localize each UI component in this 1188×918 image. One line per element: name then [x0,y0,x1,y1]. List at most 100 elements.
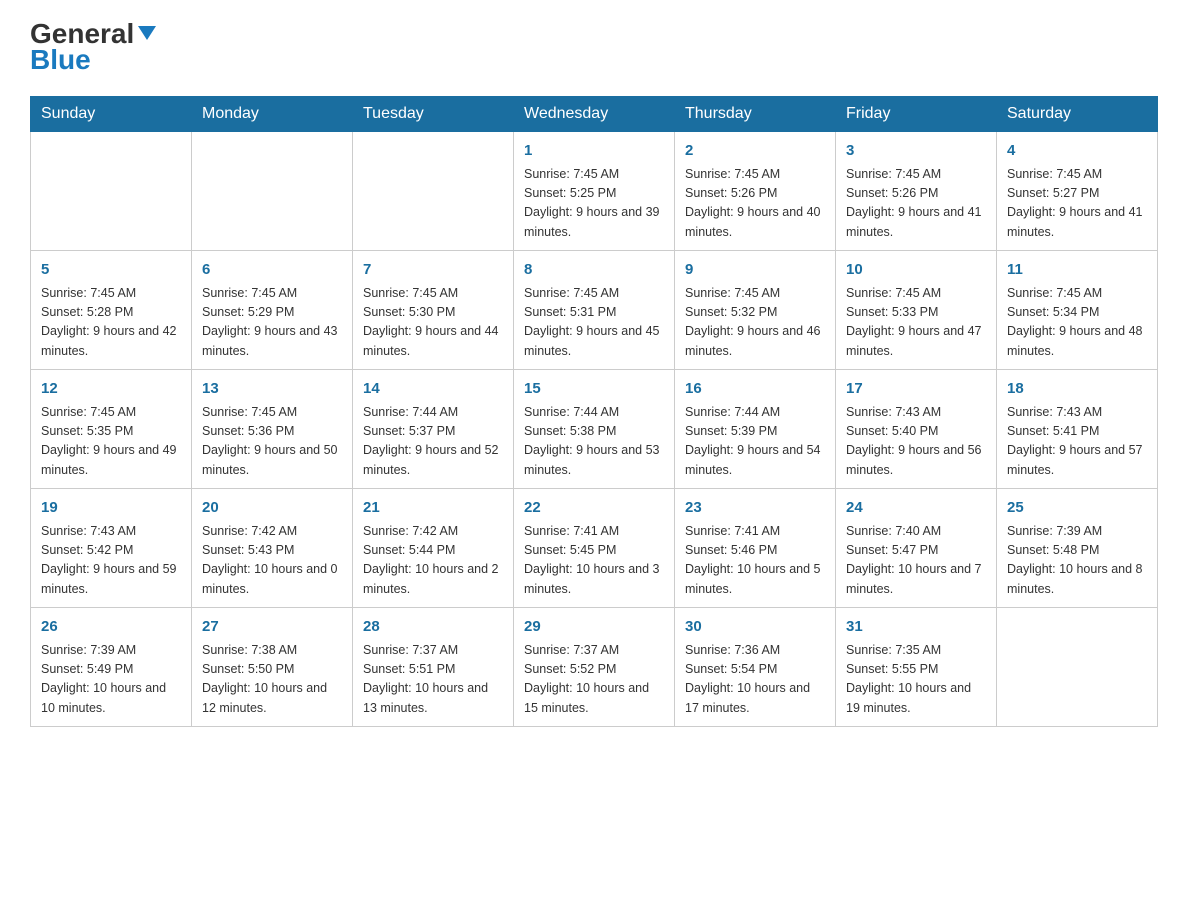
day-number: 29 [524,616,664,639]
day-number: 18 [1007,378,1147,401]
day-number: 5 [41,259,181,282]
day-info: Sunrise: 7:44 AM Sunset: 5:37 PM Dayligh… [363,403,503,481]
day-number: 25 [1007,497,1147,520]
calendar-day-cell: 13Sunrise: 7:45 AM Sunset: 5:36 PM Dayli… [192,370,353,489]
logo: General Blue [30,20,158,76]
calendar-day-cell: 28Sunrise: 7:37 AM Sunset: 5:51 PM Dayli… [353,608,514,727]
day-info: Sunrise: 7:43 AM Sunset: 5:41 PM Dayligh… [1007,403,1147,481]
day-number: 9 [685,259,825,282]
day-of-week-header: Sunday [31,97,192,132]
day-info: Sunrise: 7:45 AM Sunset: 5:32 PM Dayligh… [685,284,825,362]
day-info: Sunrise: 7:43 AM Sunset: 5:42 PM Dayligh… [41,522,181,600]
day-number: 27 [202,616,342,639]
day-number: 15 [524,378,664,401]
day-info: Sunrise: 7:45 AM Sunset: 5:26 PM Dayligh… [846,165,986,243]
day-number: 14 [363,378,503,401]
calendar-day-cell: 5Sunrise: 7:45 AM Sunset: 5:28 PM Daylig… [31,251,192,370]
day-info: Sunrise: 7:45 AM Sunset: 5:35 PM Dayligh… [41,403,181,481]
calendar-day-cell [192,132,353,251]
day-info: Sunrise: 7:43 AM Sunset: 5:40 PM Dayligh… [846,403,986,481]
day-number: 19 [41,497,181,520]
day-info: Sunrise: 7:40 AM Sunset: 5:47 PM Dayligh… [846,522,986,600]
day-info: Sunrise: 7:35 AM Sunset: 5:55 PM Dayligh… [846,641,986,719]
day-number: 12 [41,378,181,401]
day-number: 23 [685,497,825,520]
day-number: 22 [524,497,664,520]
page-header: General Blue [30,20,1158,76]
day-number: 30 [685,616,825,639]
calendar-day-cell: 19Sunrise: 7:43 AM Sunset: 5:42 PM Dayli… [31,489,192,608]
day-info: Sunrise: 7:45 AM Sunset: 5:28 PM Dayligh… [41,284,181,362]
calendar-day-cell: 12Sunrise: 7:45 AM Sunset: 5:35 PM Dayli… [31,370,192,489]
calendar-day-cell: 30Sunrise: 7:36 AM Sunset: 5:54 PM Dayli… [675,608,836,727]
calendar-day-cell: 6Sunrise: 7:45 AM Sunset: 5:29 PM Daylig… [192,251,353,370]
day-number: 13 [202,378,342,401]
day-info: Sunrise: 7:39 AM Sunset: 5:49 PM Dayligh… [41,641,181,719]
day-number: 6 [202,259,342,282]
day-of-week-header: Thursday [675,97,836,132]
calendar-day-cell: 22Sunrise: 7:41 AM Sunset: 5:45 PM Dayli… [514,489,675,608]
calendar-day-cell: 17Sunrise: 7:43 AM Sunset: 5:40 PM Dayli… [836,370,997,489]
calendar-week-row: 19Sunrise: 7:43 AM Sunset: 5:42 PM Dayli… [31,489,1158,608]
calendar-day-cell: 31Sunrise: 7:35 AM Sunset: 5:55 PM Dayli… [836,608,997,727]
day-info: Sunrise: 7:45 AM Sunset: 5:33 PM Dayligh… [846,284,986,362]
calendar-day-cell: 1Sunrise: 7:45 AM Sunset: 5:25 PM Daylig… [514,132,675,251]
day-number: 26 [41,616,181,639]
day-info: Sunrise: 7:45 AM Sunset: 5:30 PM Dayligh… [363,284,503,362]
day-info: Sunrise: 7:45 AM Sunset: 5:27 PM Dayligh… [1007,165,1147,243]
day-of-week-header: Wednesday [514,97,675,132]
day-number: 3 [846,140,986,163]
calendar-day-cell: 10Sunrise: 7:45 AM Sunset: 5:33 PM Dayli… [836,251,997,370]
day-info: Sunrise: 7:42 AM Sunset: 5:43 PM Dayligh… [202,522,342,600]
calendar-day-cell: 25Sunrise: 7:39 AM Sunset: 5:48 PM Dayli… [997,489,1158,608]
calendar-day-cell: 11Sunrise: 7:45 AM Sunset: 5:34 PM Dayli… [997,251,1158,370]
day-info: Sunrise: 7:45 AM Sunset: 5:26 PM Dayligh… [685,165,825,243]
day-number: 11 [1007,259,1147,282]
day-info: Sunrise: 7:45 AM Sunset: 5:31 PM Dayligh… [524,284,664,362]
calendar-day-cell: 26Sunrise: 7:39 AM Sunset: 5:49 PM Dayli… [31,608,192,727]
calendar-day-cell: 21Sunrise: 7:42 AM Sunset: 5:44 PM Dayli… [353,489,514,608]
calendar-day-cell: 29Sunrise: 7:37 AM Sunset: 5:52 PM Dayli… [514,608,675,727]
day-number: 2 [685,140,825,163]
day-info: Sunrise: 7:45 AM Sunset: 5:25 PM Dayligh… [524,165,664,243]
calendar-day-cell: 20Sunrise: 7:42 AM Sunset: 5:43 PM Dayli… [192,489,353,608]
day-of-week-header: Monday [192,97,353,132]
day-of-week-header: Saturday [997,97,1158,132]
day-number: 20 [202,497,342,520]
calendar-day-cell: 24Sunrise: 7:40 AM Sunset: 5:47 PM Dayli… [836,489,997,608]
day-info: Sunrise: 7:42 AM Sunset: 5:44 PM Dayligh… [363,522,503,600]
calendar-day-cell: 9Sunrise: 7:45 AM Sunset: 5:32 PM Daylig… [675,251,836,370]
calendar-day-cell: 14Sunrise: 7:44 AM Sunset: 5:37 PM Dayli… [353,370,514,489]
calendar-day-cell: 4Sunrise: 7:45 AM Sunset: 5:27 PM Daylig… [997,132,1158,251]
day-info: Sunrise: 7:44 AM Sunset: 5:38 PM Dayligh… [524,403,664,481]
day-number: 21 [363,497,503,520]
calendar-header-row: SundayMondayTuesdayWednesdayThursdayFrid… [31,97,1158,132]
day-number: 17 [846,378,986,401]
day-info: Sunrise: 7:39 AM Sunset: 5:48 PM Dayligh… [1007,522,1147,600]
calendar-day-cell: 2Sunrise: 7:45 AM Sunset: 5:26 PM Daylig… [675,132,836,251]
day-number: 24 [846,497,986,520]
day-info: Sunrise: 7:44 AM Sunset: 5:39 PM Dayligh… [685,403,825,481]
calendar-day-cell: 27Sunrise: 7:38 AM Sunset: 5:50 PM Dayli… [192,608,353,727]
day-number: 28 [363,616,503,639]
day-number: 10 [846,259,986,282]
day-info: Sunrise: 7:37 AM Sunset: 5:51 PM Dayligh… [363,641,503,719]
calendar-day-cell [353,132,514,251]
calendar-day-cell [997,608,1158,727]
day-number: 1 [524,140,664,163]
day-info: Sunrise: 7:45 AM Sunset: 5:36 PM Dayligh… [202,403,342,481]
calendar-week-row: 26Sunrise: 7:39 AM Sunset: 5:49 PM Dayli… [31,608,1158,727]
calendar-week-row: 12Sunrise: 7:45 AM Sunset: 5:35 PM Dayli… [31,370,1158,489]
day-of-week-header: Friday [836,97,997,132]
day-number: 31 [846,616,986,639]
day-info: Sunrise: 7:36 AM Sunset: 5:54 PM Dayligh… [685,641,825,719]
day-info: Sunrise: 7:45 AM Sunset: 5:29 PM Dayligh… [202,284,342,362]
day-number: 7 [363,259,503,282]
day-number: 8 [524,259,664,282]
calendar-day-cell: 18Sunrise: 7:43 AM Sunset: 5:41 PM Dayli… [997,370,1158,489]
logo-blue: Blue [30,44,91,76]
day-number: 4 [1007,140,1147,163]
calendar-day-cell: 8Sunrise: 7:45 AM Sunset: 5:31 PM Daylig… [514,251,675,370]
calendar-day-cell [31,132,192,251]
calendar-week-row: 1Sunrise: 7:45 AM Sunset: 5:25 PM Daylig… [31,132,1158,251]
